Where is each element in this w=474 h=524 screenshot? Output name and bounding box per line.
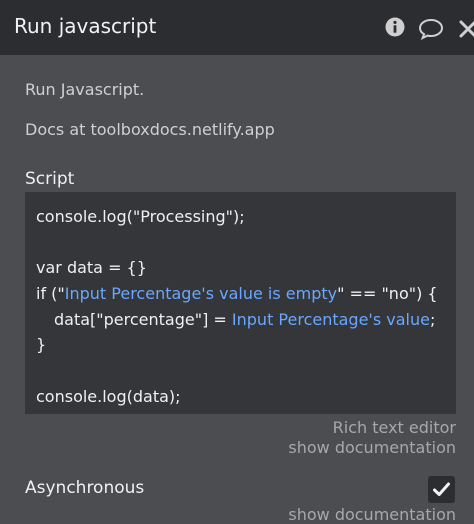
checkmark-icon (433, 482, 450, 496)
asynchronous-label: Asynchronous (25, 478, 145, 498)
rich-text-editor-link[interactable]: Rich text editor (333, 418, 456, 437)
panel-title: Run javascript (14, 14, 157, 38)
info-icon[interactable] (385, 17, 405, 37)
show-documentation-link[interactable]: show documentation (288, 438, 456, 457)
code-line: var data = {} (36, 258, 147, 278)
asynchronous-checkbox[interactable] (428, 476, 455, 503)
dynamic-expression[interactable]: Input Percentage's value is empty (65, 284, 337, 303)
comment-icon[interactable] (418, 18, 444, 40)
code-line: } (36, 335, 47, 355)
code-text: " == "no") { (337, 284, 438, 304)
panel-header: Run javascript (0, 0, 474, 55)
script-label: Script (25, 169, 75, 189)
code-text: ; (429, 309, 436, 329)
dynamic-expression[interactable]: Input Percentage's value (232, 310, 430, 329)
code-text: data["percentage"] = (54, 309, 232, 329)
docs-text: Docs at toolboxdocs.netlify.app (25, 120, 275, 139)
code-line: console.log(data); (36, 386, 181, 406)
script-editor[interactable]: console.log("Processing"); var data = {}… (25, 192, 456, 414)
code-line: if ("Input Percentage's value is empty" … (36, 281, 456, 307)
code-text: if (" (36, 284, 65, 304)
close-icon[interactable] (458, 19, 474, 39)
description-text: Run Javascript. (25, 80, 145, 99)
code-line: console.log("Processing"); (36, 207, 245, 226)
code-line: data["percentage"] = Input Percentage's … (36, 307, 456, 333)
